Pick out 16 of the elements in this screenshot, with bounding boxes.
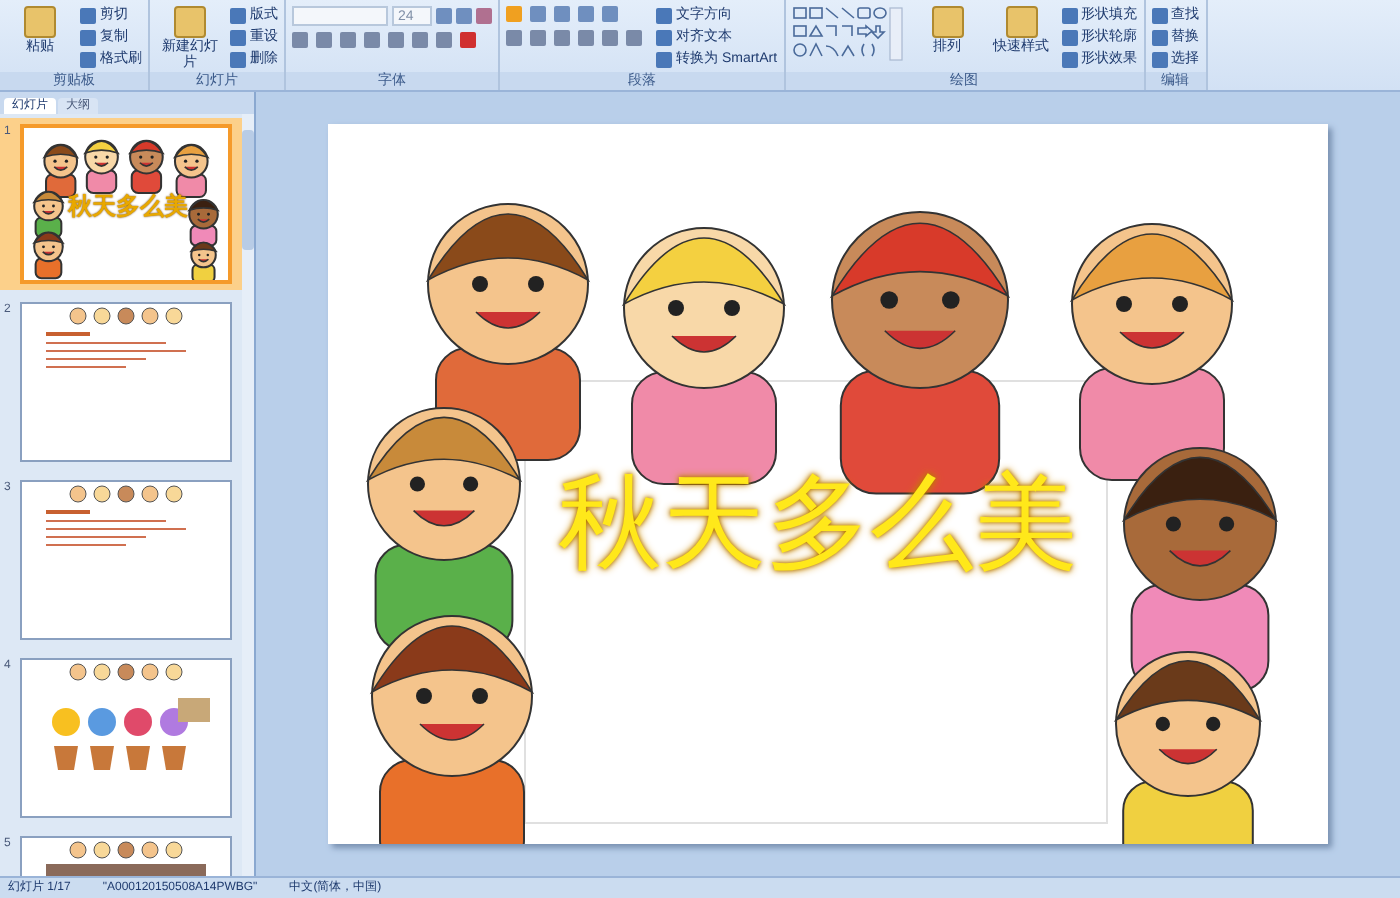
ribbon-icon (24, 6, 56, 38)
slide-thumbnail[interactable] (20, 302, 232, 462)
ribbon-icon (1005, 6, 1038, 38)
kids-strip-drawing (66, 306, 186, 326)
thumbnail-title: 秋天多么美 (68, 190, 188, 224)
kids-strip-drawing (66, 662, 186, 682)
kids-strip-drawing (66, 484, 186, 504)
shapes-gallery-icon[interactable] (791, 6, 904, 62)
ribbon-icon (174, 6, 206, 38)
slide-thumbnail[interactable] (20, 658, 232, 818)
kids-strip-drawing (66, 840, 186, 860)
slide-title: 秋天多么美 (556, 464, 1080, 584)
ribbon-icon (931, 6, 964, 38)
scrollbar[interactable] (242, 114, 254, 876)
font-name-field[interactable] (292, 6, 388, 26)
slide-thumbnail[interactable] (20, 480, 232, 640)
